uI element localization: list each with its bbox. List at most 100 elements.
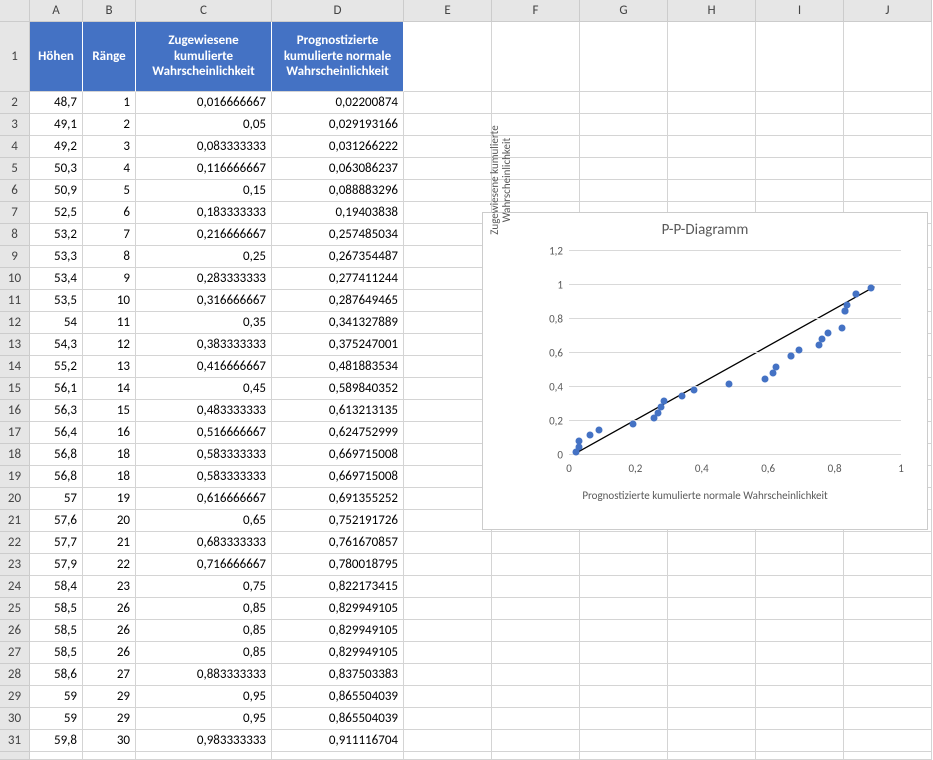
- cell-A4[interactable]: 49,2: [30, 136, 83, 158]
- cell-C25[interactable]: 0,85: [136, 598, 272, 620]
- cell-E16[interactable]: [404, 400, 492, 422]
- cell-C31[interactable]: 0,983333333: [136, 730, 272, 752]
- cell-J27[interactable]: [844, 642, 932, 664]
- cell-A6[interactable]: 50,9: [30, 180, 83, 202]
- cell-A2[interactable]: 48,7: [30, 92, 83, 114]
- cell-F29[interactable]: [492, 686, 580, 708]
- cell-C23[interactable]: 0,716666667: [136, 554, 272, 576]
- header-cell-A[interactable]: Höhen: [30, 22, 83, 92]
- cell-D2[interactable]: 0,02200874: [272, 92, 404, 114]
- cell-D13[interactable]: 0,375247001: [272, 334, 404, 356]
- row-head-22[interactable]: 22: [0, 532, 30, 554]
- cell-C9[interactable]: 0,25: [136, 246, 272, 268]
- cell-C14[interactable]: 0,416666667: [136, 356, 272, 378]
- cell-E25[interactable]: [404, 598, 492, 620]
- cell-A20[interactable]: 57: [30, 488, 83, 510]
- col-head-E[interactable]: E: [404, 0, 492, 22]
- cell-I6[interactable]: [756, 180, 844, 202]
- cell-A27[interactable]: 58,5: [30, 642, 83, 664]
- header-cell-B[interactable]: Ränge: [83, 22, 136, 92]
- cell-B19[interactable]: 18: [83, 466, 136, 488]
- cell-B24[interactable]: 23: [83, 576, 136, 598]
- cell-E14[interactable]: [404, 356, 492, 378]
- cell-C3[interactable]: 0,05: [136, 114, 272, 136]
- row-head-23[interactable]: 23: [0, 554, 30, 576]
- row-head-5[interactable]: 5: [0, 158, 30, 180]
- cell-I30[interactable]: [756, 708, 844, 730]
- cell-J30[interactable]: [844, 708, 932, 730]
- cell-F23[interactable]: [492, 554, 580, 576]
- cell-B11[interactable]: 10: [83, 290, 136, 312]
- cell-G26[interactable]: [580, 620, 668, 642]
- cell-C7[interactable]: 0,183333333: [136, 202, 272, 224]
- cell-E3[interactable]: [404, 114, 492, 136]
- cell-G29[interactable]: [580, 686, 668, 708]
- cell-G31[interactable]: [580, 730, 668, 752]
- cell-F26[interactable]: [492, 620, 580, 642]
- cell-E19[interactable]: [404, 466, 492, 488]
- cell-D18[interactable]: 0,669715008: [272, 444, 404, 466]
- cell-B26[interactable]: 26: [83, 620, 136, 642]
- cell-C15[interactable]: 0,45: [136, 378, 272, 400]
- cell-A21[interactable]: 57,6: [30, 510, 83, 532]
- cell-B16[interactable]: 15: [83, 400, 136, 422]
- cell-E1-empty[interactable]: [404, 22, 492, 92]
- cell-D24[interactable]: 0,822173415: [272, 576, 404, 598]
- cell-G24[interactable]: [580, 576, 668, 598]
- cell-J26[interactable]: [844, 620, 932, 642]
- cell-D11[interactable]: 0,287649465: [272, 290, 404, 312]
- cell-A14[interactable]: 55,2: [30, 356, 83, 378]
- cell-E31[interactable]: [404, 730, 492, 752]
- cell-F31[interactable]: [492, 730, 580, 752]
- cell-A11[interactable]: 53,5: [30, 290, 83, 312]
- cell-B15[interactable]: 14: [83, 378, 136, 400]
- row-head-30[interactable]: 30: [0, 708, 30, 730]
- cell-B28[interactable]: 27: [83, 664, 136, 686]
- row-head-21[interactable]: 21: [0, 510, 30, 532]
- header-cell-D[interactable]: Prognostizierte kumulierte normale Wahrs…: [272, 22, 404, 92]
- cell-E2[interactable]: [404, 92, 492, 114]
- cell-J4[interactable]: [844, 136, 932, 158]
- row-head-8[interactable]: 8: [0, 224, 30, 246]
- cell-I1-empty[interactable]: [756, 22, 844, 92]
- cell-A13[interactable]: 54,3: [30, 334, 83, 356]
- row-head-13[interactable]: 13: [0, 334, 30, 356]
- cell-A26[interactable]: 58,5: [30, 620, 83, 642]
- cell-D20[interactable]: 0,691355252: [272, 488, 404, 510]
- row-head-9[interactable]: 9: [0, 246, 30, 268]
- cell-C11[interactable]: 0,316666667: [136, 290, 272, 312]
- cell-H24[interactable]: [668, 576, 756, 598]
- cell-J5[interactable]: [844, 158, 932, 180]
- cell-B3[interactable]: 2: [83, 114, 136, 136]
- cell-D26[interactable]: 0,829949105: [272, 620, 404, 642]
- cell-A9[interactable]: 53,3: [30, 246, 83, 268]
- cell-C16[interactable]: 0,483333333: [136, 400, 272, 422]
- cell-J24[interactable]: [844, 576, 932, 598]
- row-head-20[interactable]: 20: [0, 488, 30, 510]
- cell-E29[interactable]: [404, 686, 492, 708]
- cell-C12[interactable]: 0,35: [136, 312, 272, 334]
- cell-H31[interactable]: [668, 730, 756, 752]
- cell-D15[interactable]: 0,589840352: [272, 378, 404, 400]
- cell-A31[interactable]: 59,8: [30, 730, 83, 752]
- row-head-11[interactable]: 11: [0, 290, 30, 312]
- cell-E20[interactable]: [404, 488, 492, 510]
- cell-H6[interactable]: [668, 180, 756, 202]
- cell-A15[interactable]: 56,1: [30, 378, 83, 400]
- cell-E8[interactable]: [404, 224, 492, 246]
- col-head-H[interactable]: H: [668, 0, 756, 22]
- cell-A18[interactable]: 56,8: [30, 444, 83, 466]
- cell-F25[interactable]: [492, 598, 580, 620]
- cell-E10[interactable]: [404, 268, 492, 290]
- cell-D29[interactable]: 0,865504039: [272, 686, 404, 708]
- cell-D27[interactable]: 0,829949105: [272, 642, 404, 664]
- row-head-10[interactable]: 10: [0, 268, 30, 290]
- cell-E6[interactable]: [404, 180, 492, 202]
- cell-F27[interactable]: [492, 642, 580, 664]
- cell-E17[interactable]: [404, 422, 492, 444]
- cell-G3[interactable]: [580, 114, 668, 136]
- cell-J2[interactable]: [844, 92, 932, 114]
- row-head-29[interactable]: 29: [0, 686, 30, 708]
- cell-B10[interactable]: 9: [83, 268, 136, 290]
- cell-E26[interactable]: [404, 620, 492, 642]
